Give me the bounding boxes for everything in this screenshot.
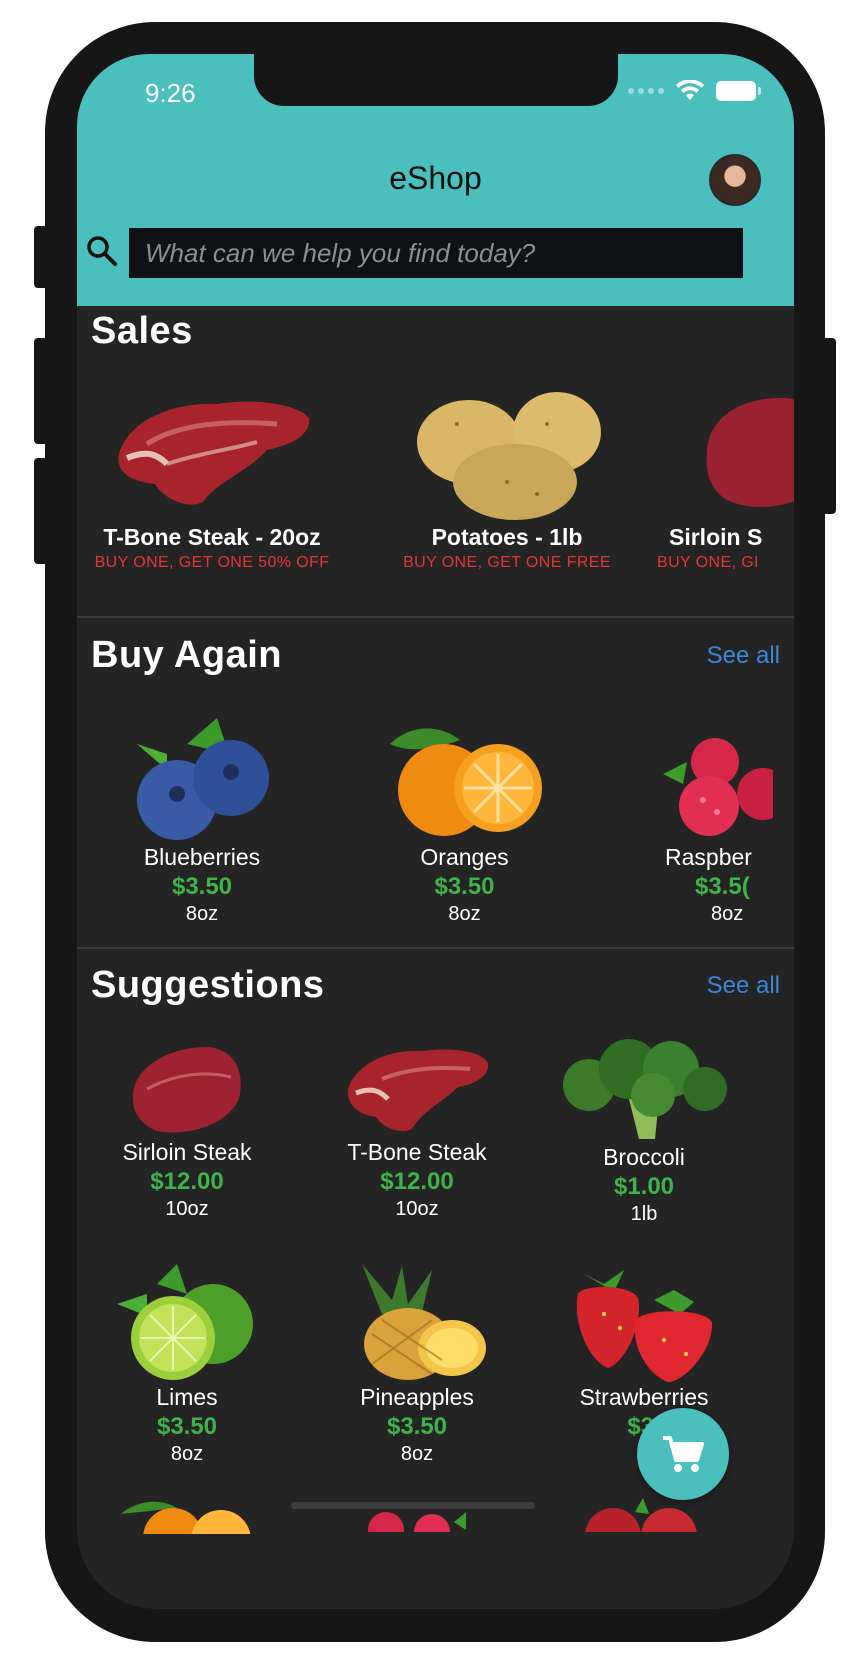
search-input[interactable] <box>145 237 743 269</box>
section-divider <box>77 947 794 949</box>
suggestions-see-all-link[interactable]: See all <box>707 972 780 1000</box>
raspberries-icon <box>663 738 773 836</box>
battery-icon <box>716 81 761 101</box>
search-icon[interactable] <box>85 234 119 268</box>
sale-item-promo: BUY ONE, GI <box>657 554 759 571</box>
product-size: 10oz <box>165 1198 209 1220</box>
sale-item-tbone[interactable]: T-Bone Steak - 20oz BUY ONE, GET ONE 50%… <box>87 384 337 572</box>
product-size: 8oz <box>185 903 219 925</box>
volume-down-button <box>34 458 48 564</box>
signal-icon <box>628 88 664 94</box>
steak-icon <box>132 1047 241 1133</box>
sirloin-icon <box>706 397 794 508</box>
suggestion-item-pineapples[interactable]: Pineapples $3.50 8oz <box>332 1264 502 1466</box>
wifi-icon <box>676 80 704 100</box>
steak-icon <box>347 1049 489 1132</box>
strawberries-icon <box>576 1270 713 1382</box>
sale-item-promo: BUY ONE, GET ONE FREE <box>403 554 611 571</box>
sale-item-name: Sirloin S <box>669 524 763 550</box>
limes-icon <box>117 1264 253 1380</box>
app-title: eShop <box>389 160 482 196</box>
product-name: Oranges <box>420 844 509 870</box>
buy-again-item-raspberries[interactable]: Raspber $3.5( 8oz <box>645 714 794 926</box>
volume-up-button <box>34 338 48 444</box>
product-name: Pineapples <box>360 1384 474 1410</box>
product-price: $3.50 <box>156 1413 218 1440</box>
product-price: $12.00 <box>380 1168 454 1195</box>
apple-icon <box>585 1498 697 1532</box>
product-price: $3.50 <box>171 873 233 900</box>
mute-switch <box>34 226 48 288</box>
blueberries-icon <box>137 718 269 840</box>
sale-item-name: Potatoes - 1lb <box>431 524 583 550</box>
status-time: 9:26 <box>145 78 196 108</box>
cart-icon <box>663 1436 704 1472</box>
product-price: $3.50 <box>434 873 495 900</box>
product-price: $3.50 <box>386 1413 448 1440</box>
buy-again-item-blueberries[interactable]: Blueberries $3.50 8oz <box>117 714 287 926</box>
buy-again-item-oranges[interactable]: Oranges $3.50 8oz <box>377 714 552 926</box>
broccoli-icon <box>563 1039 727 1139</box>
suggestion-item-tbone-steak[interactable]: T-Bone Steak $12.00 10oz <box>332 1039 502 1221</box>
product-size: 8oz <box>448 903 481 925</box>
product-size: 10oz <box>395 1198 439 1220</box>
product-price: $3.5( <box>695 873 750 900</box>
sale-item-promo: BUY ONE, GET ONE 50% OFF <box>94 554 330 571</box>
product-name: Broccoli <box>603 1144 685 1170</box>
sales-title: Sales <box>91 310 193 352</box>
pineapple-icon <box>362 1264 486 1380</box>
app-screen: 9:26 eShop Sales <box>77 54 794 1609</box>
sale-item-name: T-Bone Steak - 20oz <box>103 524 321 550</box>
potatoes-icon <box>417 392 601 520</box>
product-size: 8oz <box>711 903 744 925</box>
power-button <box>822 338 836 514</box>
orange-icon <box>121 1501 251 1534</box>
steak-icon <box>118 401 310 505</box>
avatar[interactable] <box>709 154 761 206</box>
cart-button[interactable] <box>637 1408 729 1500</box>
device-notch <box>254 54 618 106</box>
search-bar[interactable] <box>129 228 743 278</box>
buy-again-see-all-link[interactable]: See all <box>707 642 780 670</box>
product-name: T-Bone Steak <box>347 1139 487 1165</box>
product-name: Sirloin Steak <box>122 1139 252 1165</box>
sale-item-sirloin[interactable]: Sirloin S BUY ONE, GI <box>647 384 794 572</box>
suggestion-item-limes[interactable]: Limes $3.50 8oz <box>107 1264 267 1466</box>
product-price: $1.00 <box>613 1173 675 1200</box>
suggestion-item-broccoli[interactable]: Broccoli $1.00 1lb <box>559 1039 729 1226</box>
section-divider <box>77 616 794 618</box>
suggestions-title: Suggestions <box>91 964 325 1006</box>
product-size: 8oz <box>400 1443 434 1465</box>
product-name: Blueberries <box>143 844 261 870</box>
product-size: 1lb <box>630 1203 658 1225</box>
buy-again-title: Buy Again <box>91 634 282 676</box>
product-name: Limes <box>156 1384 218 1410</box>
suggestion-item-sirloin-steak[interactable]: Sirloin Steak $12.00 10oz <box>107 1039 267 1221</box>
product-size: 8oz <box>170 1443 204 1465</box>
product-name: Raspber <box>665 844 752 870</box>
home-indicator <box>291 1502 535 1509</box>
oranges-icon <box>389 728 542 836</box>
sale-item-potatoes[interactable]: Potatoes - 1lb BUY ONE, GET ONE FREE <box>382 384 632 572</box>
status-icons <box>628 80 761 102</box>
product-price: $12.00 <box>150 1168 224 1195</box>
product-name: Strawberries <box>579 1384 709 1410</box>
